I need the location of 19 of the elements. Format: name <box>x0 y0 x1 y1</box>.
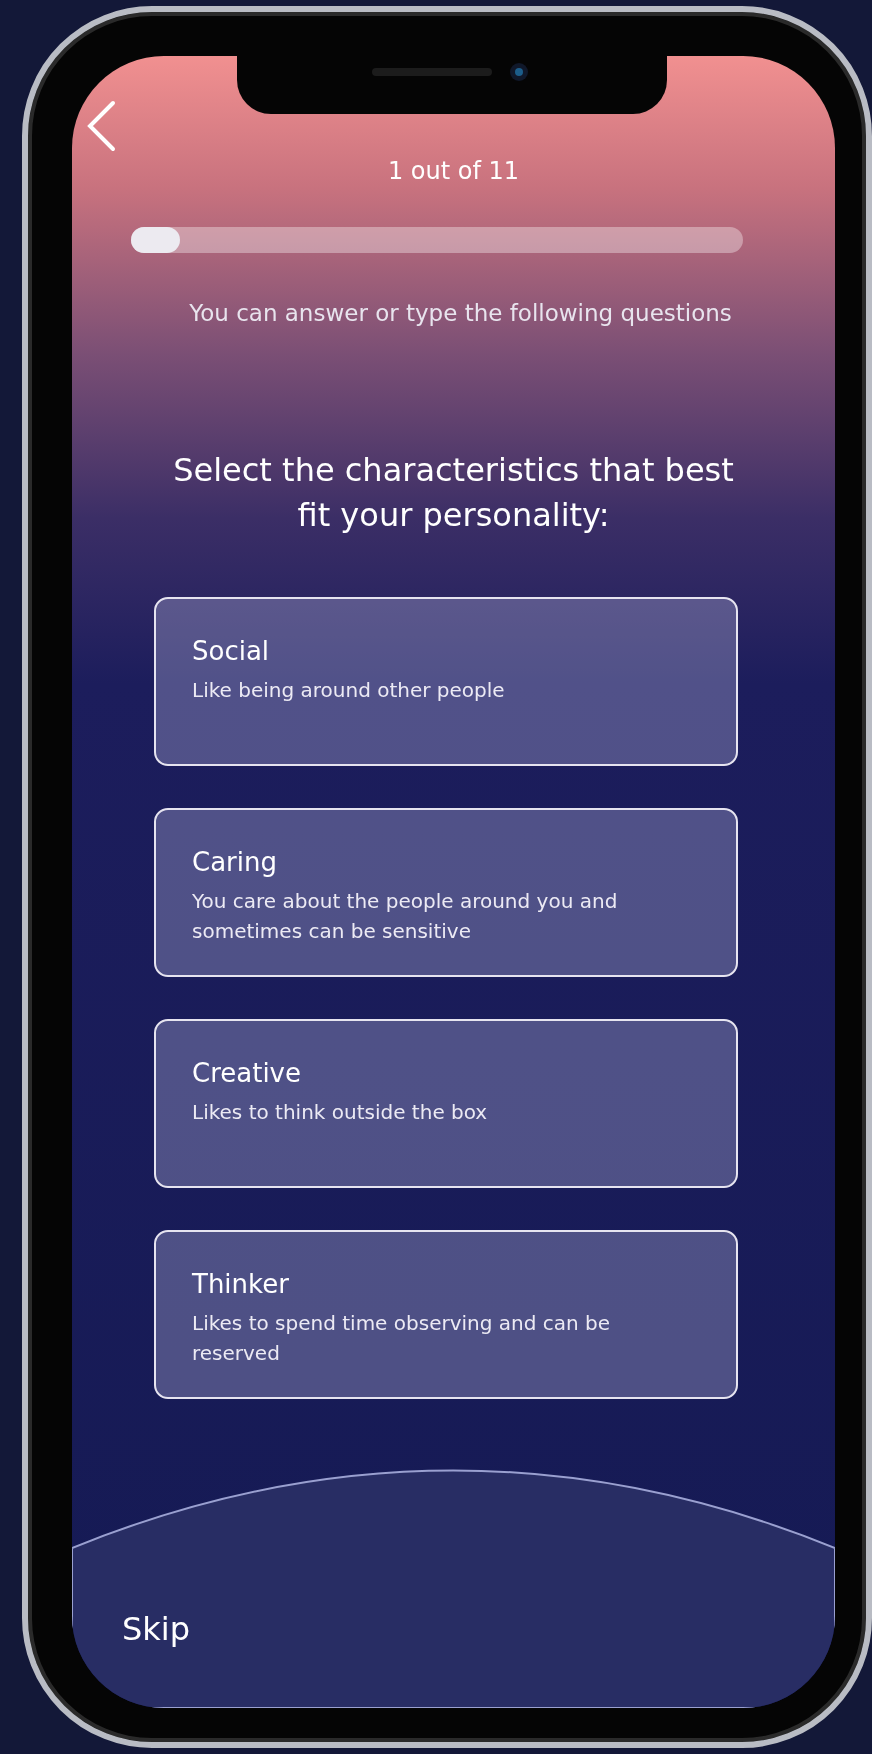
option-card[interactable]: Creative Likes to think outside the box <box>154 1019 738 1188</box>
option-title: Thinker <box>192 1268 290 1300</box>
option-card[interactable]: Social Like being around other people <box>154 597 738 766</box>
option-description: Likes to spend time observing and can be reserved <box>192 1310 612 1367</box>
option-card[interactable]: Caring You care about the people around you and sometimes can be sensitive <box>154 808 738 977</box>
option-description: You care about the people around you and sometimes can be sensitive <box>192 888 619 945</box>
option-description: Likes to think outside the box <box>192 1099 489 1126</box>
option-title: Social <box>192 635 271 667</box>
option-title: Creative <box>192 1057 302 1089</box>
progress-label: 1 out of 11 <box>387 156 520 186</box>
question-heading: Select the characteristics that best fit your personality: <box>172 450 735 536</box>
back-button[interactable] <box>86 100 116 152</box>
skip-button[interactable]: Skip <box>122 1605 191 1653</box>
instruction-text: You can answer or type the following questions <box>188 300 733 326</box>
option-card[interactable]: Thinker Likes to spend time observing and can be reserved <box>154 1230 738 1399</box>
option-title: Caring <box>192 846 278 878</box>
option-description: Like being around other people <box>192 677 506 704</box>
camera-icon <box>509 62 529 82</box>
chevron-left-icon <box>86 100 116 152</box>
